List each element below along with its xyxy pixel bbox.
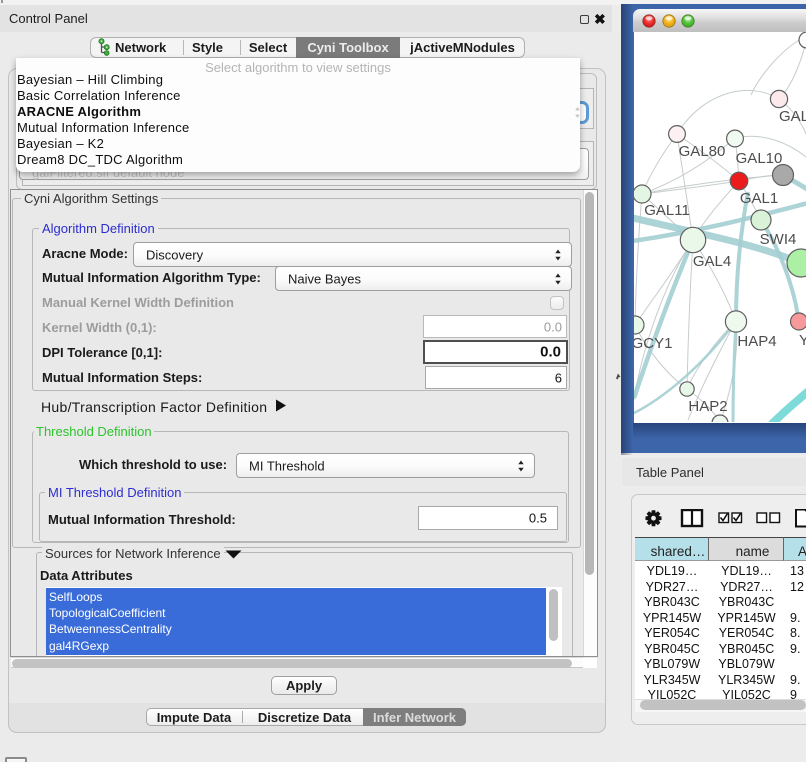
svg-text:HAP2: HAP2 — [688, 398, 727, 415]
svg-text:Y: Y — [799, 332, 806, 349]
svg-text:HAP4: HAP4 — [737, 333, 776, 350]
svg-text:GAL11: GAL11 — [644, 202, 690, 219]
svg-text:GCY1: GCY1 — [634, 335, 672, 352]
svg-text:GAL7: GAL7 — [779, 108, 806, 125]
svg-text:GAL10: GAL10 — [736, 150, 783, 167]
svg-text:GAL4: GAL4 — [693, 253, 731, 270]
svg-text:GAL1: GAL1 — [740, 190, 778, 207]
svg-text:SWI4: SWI4 — [760, 231, 797, 248]
svg-text:GAL80: GAL80 — [679, 143, 726, 160]
